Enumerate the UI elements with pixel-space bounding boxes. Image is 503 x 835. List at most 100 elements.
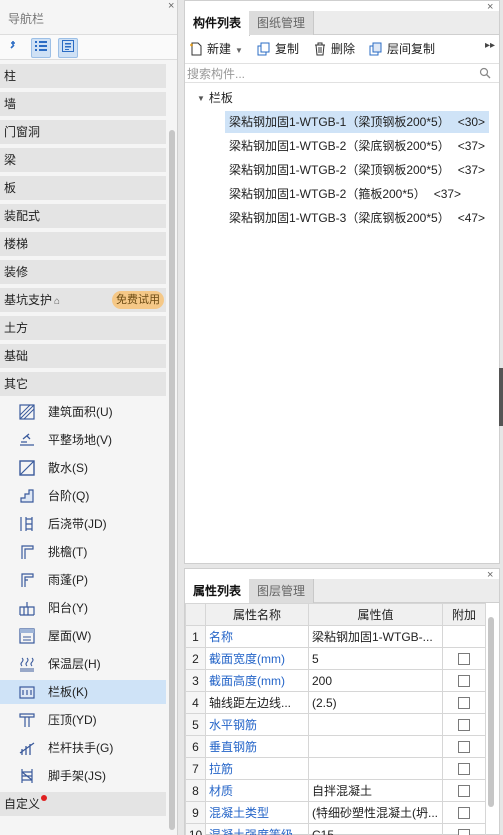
floor-copy-button[interactable]: 层间复制 bbox=[369, 39, 435, 59]
row-index: 2 bbox=[185, 647, 206, 670]
nav-item-insulation[interactable]: 保温层(H) bbox=[0, 652, 166, 676]
property-row[interactable]: 9 混凝土类型 (特细砂塑性混凝土(坍... bbox=[185, 801, 486, 824]
nav-category-foundation-pit[interactable]: 基坑支护 ⌂ 免费试用 bbox=[0, 288, 166, 312]
attach-checkbox[interactable] bbox=[458, 763, 470, 776]
roof-icon bbox=[19, 628, 35, 644]
property-row[interactable]: 7 拉筋 bbox=[185, 757, 486, 780]
property-row[interactable]: 6 垂直钢筋 bbox=[185, 735, 486, 758]
attach-checkbox[interactable] bbox=[458, 807, 470, 820]
free-trial-badge[interactable]: 免费试用 bbox=[112, 291, 164, 309]
property-row[interactable]: 8 材质 自拌混凝土 bbox=[185, 779, 486, 802]
nav-item-balcony[interactable]: 阳台(Y) bbox=[0, 596, 166, 620]
nav-item-scaffold[interactable]: 脚手架(JS) bbox=[0, 764, 166, 788]
property-row[interactable]: 4 轴线距左边线... (2.5) bbox=[185, 691, 486, 714]
nav-item-parapet[interactable]: 栏板(K) bbox=[0, 680, 166, 704]
nav-category-slab[interactable]: 板 bbox=[0, 176, 166, 200]
search-icon[interactable] bbox=[479, 67, 491, 79]
nav-category-stairs[interactable]: 楼梯 bbox=[0, 232, 166, 256]
tree-node-parapet[interactable]: ▼ 栏板 bbox=[197, 87, 233, 109]
pin-icon[interactable] bbox=[4, 38, 24, 58]
nav-item-cornice[interactable]: 挑檐(T) bbox=[0, 540, 166, 564]
new-button[interactable]: 新建 ▼ bbox=[189, 39, 243, 59]
property-value[interactable]: 200 bbox=[308, 669, 443, 692]
attach-checkbox[interactable] bbox=[458, 785, 470, 798]
property-value[interactable]: C15 bbox=[308, 823, 443, 835]
property-value[interactable]: (特细砂塑性混凝土(坍... bbox=[308, 801, 443, 824]
tree-leaf-item[interactable]: 梁粘钢加固1-WTGB-1（梁顶钢板200*5） <30> bbox=[225, 111, 490, 133]
property-grid: 属性名称 属性值 附加 1 名称 梁粘钢加固1-WTGB-... 2 截面宽度(… bbox=[185, 603, 486, 835]
nav-category-other[interactable]: 其它 bbox=[0, 372, 166, 396]
detail-view-icon[interactable] bbox=[58, 38, 78, 58]
property-scrollbar[interactable] bbox=[487, 615, 495, 831]
collapse-caret-icon[interactable]: ▼ bbox=[197, 88, 205, 110]
nav-item-post-pour-strip[interactable]: 后浇带(JD) bbox=[0, 512, 166, 536]
nav-category-beam[interactable]: 梁 bbox=[0, 148, 166, 172]
attach-checkbox[interactable] bbox=[458, 741, 470, 754]
property-row[interactable]: 2 截面宽度(mm) 5 bbox=[185, 647, 486, 670]
dropdown-arrow-icon[interactable]: ▼ bbox=[235, 46, 243, 55]
nav-category-decoration[interactable]: 装修 bbox=[0, 260, 166, 284]
list-view-icon[interactable] bbox=[31, 38, 51, 58]
attach-checkbox[interactable] bbox=[458, 675, 470, 688]
nav-item-canopy[interactable]: 雨蓬(P) bbox=[0, 568, 166, 592]
component-toolbar: 新建 ▼ 复制 删除 层间复制 ▸▸ bbox=[185, 37, 499, 61]
nav-item-label: 雨蓬(P) bbox=[48, 573, 88, 587]
delete-icon bbox=[315, 42, 325, 56]
copy-button[interactable]: 复制 bbox=[257, 39, 299, 59]
nav-scrollbar-thumb[interactable] bbox=[169, 130, 175, 830]
railing-icon bbox=[19, 742, 35, 755]
property-row[interactable]: 3 截面高度(mm) 200 bbox=[185, 669, 486, 692]
property-value[interactable]: 梁粘钢加固1-WTGB-... bbox=[308, 625, 443, 648]
delete-button[interactable]: 删除 bbox=[313, 39, 355, 59]
tab-component-list[interactable]: 构件列表 bbox=[185, 11, 251, 36]
nav-category-foundation[interactable]: 基础 bbox=[0, 344, 166, 368]
header-property-name: 属性名称 bbox=[205, 603, 309, 626]
copy-button-label: 复制 bbox=[275, 42, 300, 56]
nav-item-railing[interactable]: 栏杆扶手(G) bbox=[0, 736, 166, 760]
new-button-label: 新建 bbox=[207, 42, 232, 56]
nav-item-label: 屋面(W) bbox=[48, 629, 92, 643]
nav-item-apron[interactable]: 散水(S) bbox=[0, 456, 166, 480]
toolbar-overflow-icon[interactable]: ▸▸ bbox=[485, 40, 495, 51]
nav-item-site-leveling[interactable]: 平整场地(V) bbox=[0, 428, 166, 452]
tab-layer-management[interactable]: 图层管理 bbox=[249, 579, 315, 603]
property-value[interactable] bbox=[308, 713, 443, 736]
tree-leaf-item[interactable]: 梁粘钢加固1-WTGB-2（梁底钢板200*5） <37> bbox=[225, 135, 489, 157]
property-value[interactable]: 自拌混凝土 bbox=[308, 779, 443, 802]
nav-item-coping[interactable]: 压顶(YD) bbox=[0, 708, 166, 732]
component-count: <47> bbox=[457, 211, 486, 225]
nav-category-column[interactable]: 柱 bbox=[0, 64, 166, 88]
tab-drawing-management[interactable]: 图纸管理 bbox=[249, 11, 315, 35]
panel-splitter-handle[interactable] bbox=[499, 368, 503, 426]
nav-scrollbar[interactable] bbox=[168, 64, 176, 834]
property-value[interactable] bbox=[308, 735, 443, 758]
nav-category-custom[interactable]: 自定义 bbox=[0, 792, 166, 816]
component-search-input[interactable] bbox=[187, 65, 473, 82]
tree-leaf-item[interactable]: 梁粘钢加固1-WTGB-2（梁顶钢板200*5） <37> bbox=[225, 159, 489, 181]
property-row[interactable]: 10 混凝土强度等级 C15 bbox=[185, 823, 486, 835]
attach-checkbox[interactable] bbox=[458, 653, 470, 666]
attach-cell bbox=[442, 757, 486, 780]
nav-category-wall[interactable]: 墙 bbox=[0, 92, 166, 116]
copy-icon bbox=[257, 42, 270, 56]
nav-item-roof[interactable]: 屋面(W) bbox=[0, 624, 166, 648]
nav-item-steps[interactable]: 台阶(Q) bbox=[0, 484, 166, 508]
tree-leaf-item[interactable]: 梁粘钢加固1-WTGB-2（箍板200*5） <37> bbox=[225, 183, 465, 205]
property-value[interactable]: (2.5) bbox=[308, 691, 443, 714]
property-value[interactable] bbox=[308, 757, 443, 780]
tree-leaf-item[interactable]: 梁粘钢加固1-WTGB-3（梁底钢板200*5） <47> bbox=[225, 207, 489, 229]
nav-item-label: 平整场地(V) bbox=[48, 433, 112, 447]
property-row[interactable]: 5 水平钢筋 bbox=[185, 713, 486, 736]
tab-property-list[interactable]: 属性列表 bbox=[185, 579, 251, 604]
property-value[interactable]: 5 bbox=[308, 647, 443, 670]
nav-category-earthwork[interactable]: 土方 bbox=[0, 316, 166, 340]
attach-checkbox[interactable] bbox=[458, 697, 470, 710]
property-row[interactable]: 1 名称 梁粘钢加固1-WTGB-... bbox=[185, 625, 486, 648]
nav-category-prefab[interactable]: 装配式 bbox=[0, 204, 166, 228]
property-scrollbar-thumb[interactable] bbox=[488, 617, 494, 807]
nav-item-building-area[interactable]: 建筑面积(U) bbox=[0, 400, 166, 424]
attach-cell bbox=[442, 669, 486, 692]
attach-checkbox[interactable] bbox=[458, 829, 470, 835]
attach-checkbox[interactable] bbox=[458, 719, 470, 732]
nav-category-door-window[interactable]: 门窗洞 bbox=[0, 120, 166, 144]
